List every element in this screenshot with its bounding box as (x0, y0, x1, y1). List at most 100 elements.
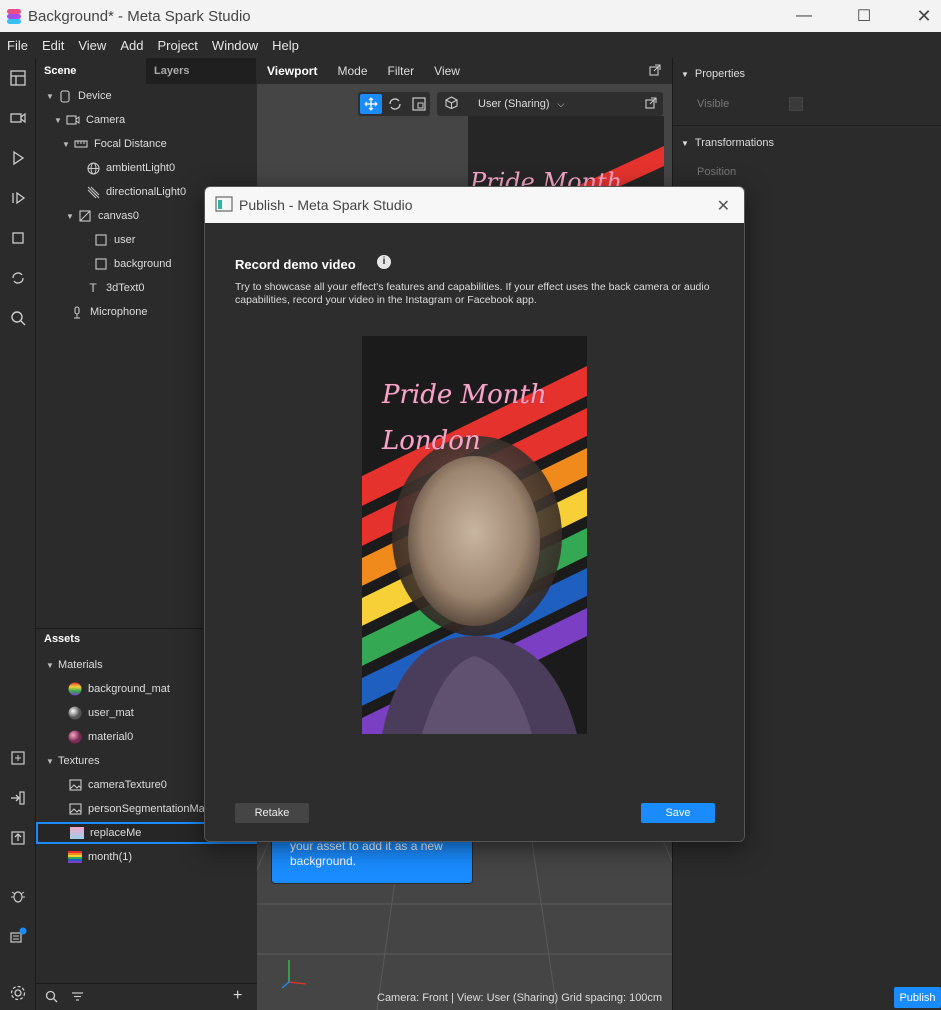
stop-icon[interactable] (5, 225, 31, 251)
tab-filter[interactable]: Filter (378, 64, 425, 78)
asset-item-material0[interactable]: material0 (68, 726, 133, 748)
play-icon[interactable] (5, 145, 31, 171)
bug-icon[interactable] (5, 883, 31, 909)
asset-item-camera-texture[interactable]: cameraTexture0 (68, 774, 167, 796)
dialog-description: Try to showcase all your effect's featur… (235, 281, 710, 306)
patch-editor-icon[interactable] (5, 185, 31, 211)
search-icon[interactable] (45, 990, 58, 1006)
section-label: Transformations (694, 137, 774, 149)
info-icon[interactable]: i (377, 255, 391, 269)
retake-button[interactable]: Retake (235, 803, 309, 823)
close-icon[interactable]: ✕ (895, 0, 941, 32)
visible-label: Visible (697, 98, 730, 110)
asset-label: month(1) (88, 851, 133, 863)
axis-gizmo (281, 960, 307, 989)
tree-item-directional-light[interactable]: directionalLight0 (74, 181, 186, 203)
new-project-icon[interactable] (5, 745, 31, 771)
tree-label: user (114, 234, 136, 246)
tree-label: Device (78, 90, 112, 102)
directional-light-icon (86, 185, 100, 199)
asset-group-materials[interactable]: ▼ Materials (46, 654, 103, 676)
maximize-icon[interactable]: ☐ (835, 0, 893, 32)
scale-tool-icon[interactable] (408, 94, 430, 114)
section-transformations[interactable]: ▼ Transformations (681, 137, 774, 149)
asset-label: cameraTexture0 (88, 779, 167, 791)
menu-help[interactable]: Help (265, 38, 306, 53)
tree-item-ambient-light[interactable]: ambientLight0 (74, 157, 175, 179)
pink-material-icon (68, 730, 82, 744)
tree-label: 3dText0 (106, 282, 145, 294)
dialog-title-bar: Publish - Meta Spark Studio ✕ (205, 187, 744, 223)
asset-item-background-mat[interactable]: background_mat (68, 678, 170, 700)
left-toolbar (0, 58, 36, 1010)
assets-toolbar: + (36, 983, 257, 1010)
tab-viewport[interactable]: Viewport (257, 64, 327, 78)
menu-project[interactable]: Project (150, 38, 204, 53)
popout-icon[interactable] (645, 97, 657, 112)
tree-item-3dtext[interactable]: T 3dText0 (74, 277, 145, 299)
menu-view[interactable]: View (71, 38, 113, 53)
asset-group-textures[interactable]: ▼ Textures (46, 750, 100, 772)
tree-label: canvas0 (98, 210, 139, 222)
minimize-icon[interactable]: — (775, 0, 833, 32)
canvas-icon (78, 209, 92, 223)
position-label: Position (697, 166, 737, 178)
tree-item-user[interactable]: user (82, 229, 135, 251)
visible-checkbox[interactable] (789, 97, 803, 111)
tab-scene[interactable]: Scene (36, 58, 146, 84)
menu-bar: File Edit View Add Project Window Help (0, 32, 941, 58)
asset-label: user_mat (88, 707, 134, 719)
tree-item-device[interactable]: ▼ Device (46, 85, 112, 107)
video-title-line2: London (382, 426, 481, 456)
view-dropdown-value: User (Sharing) (478, 98, 550, 110)
settings-gear-icon[interactable] (5, 980, 31, 1006)
add-asset-icon[interactable]: + (233, 987, 242, 1005)
asset-group-label: Textures (58, 755, 100, 767)
menu-window[interactable]: Window (205, 38, 265, 53)
menu-file[interactable]: File (0, 38, 35, 53)
image-texture-icon (68, 802, 82, 816)
popout-icon[interactable] (649, 64, 661, 79)
menu-edit[interactable]: Edit (35, 38, 71, 53)
video-camera-icon[interactable] (5, 105, 31, 131)
refresh-icon[interactable] (5, 265, 31, 291)
layout-icon[interactable] (5, 65, 31, 91)
dialog-body: Record demo video i Try to showcase all … (205, 223, 744, 841)
import-icon[interactable] (5, 785, 31, 811)
asset-item-user-mat[interactable]: user_mat (68, 702, 134, 724)
microphone-icon (70, 305, 84, 319)
section-properties[interactable]: ▼ Properties (681, 68, 745, 80)
menu-add[interactable]: Add (113, 38, 150, 53)
tab-view[interactable]: View (424, 64, 470, 78)
upload-icon[interactable] (5, 825, 31, 851)
window-title: Background* - Meta Spark Studio (28, 7, 251, 25)
close-icon[interactable]: ✕ (717, 196, 730, 216)
filter-icon[interactable] (71, 991, 84, 1005)
search-icon[interactable] (5, 305, 31, 331)
save-button[interactable]: Save (641, 803, 715, 823)
rotate-tool-icon[interactable] (384, 94, 406, 114)
rainbow-texture-icon (68, 850, 82, 864)
tree-item-background[interactable]: background (82, 253, 172, 275)
video-title-line1: Pride Month (382, 380, 547, 410)
tab-mode[interactable]: Mode (327, 64, 377, 78)
focal-distance-icon (74, 137, 88, 151)
tree-item-camera[interactable]: ▼ Camera (54, 109, 125, 131)
viewport-status: Camera: Front | View: User (Sharing) Gri… (377, 992, 663, 1004)
cube-icon (445, 96, 458, 112)
publish-button[interactable]: Publish (894, 987, 941, 1008)
asset-group-label: Materials (58, 659, 103, 671)
asset-item-month[interactable]: month(1) (68, 846, 132, 868)
asset-label: personSegmentationMa (88, 803, 205, 815)
tree-item-focal-distance[interactable]: ▼ Focal Distance (62, 133, 167, 155)
view-selector[interactable]: User (Sharing) ⌵ (437, 92, 663, 116)
tab-layers[interactable]: Layers (146, 58, 256, 84)
tree-label: Microphone (90, 306, 148, 318)
assets-title: Assets (44, 633, 81, 645)
tree-item-canvas[interactable]: ▼ canvas0 (66, 205, 139, 227)
transform-toolbar (358, 92, 430, 116)
notifications-icon[interactable] (5, 923, 31, 949)
move-tool-icon[interactable] (360, 94, 382, 114)
tree-item-microphone[interactable]: Microphone (58, 301, 147, 323)
asset-item-person-segmentation[interactable]: personSegmentationMa (68, 798, 205, 820)
